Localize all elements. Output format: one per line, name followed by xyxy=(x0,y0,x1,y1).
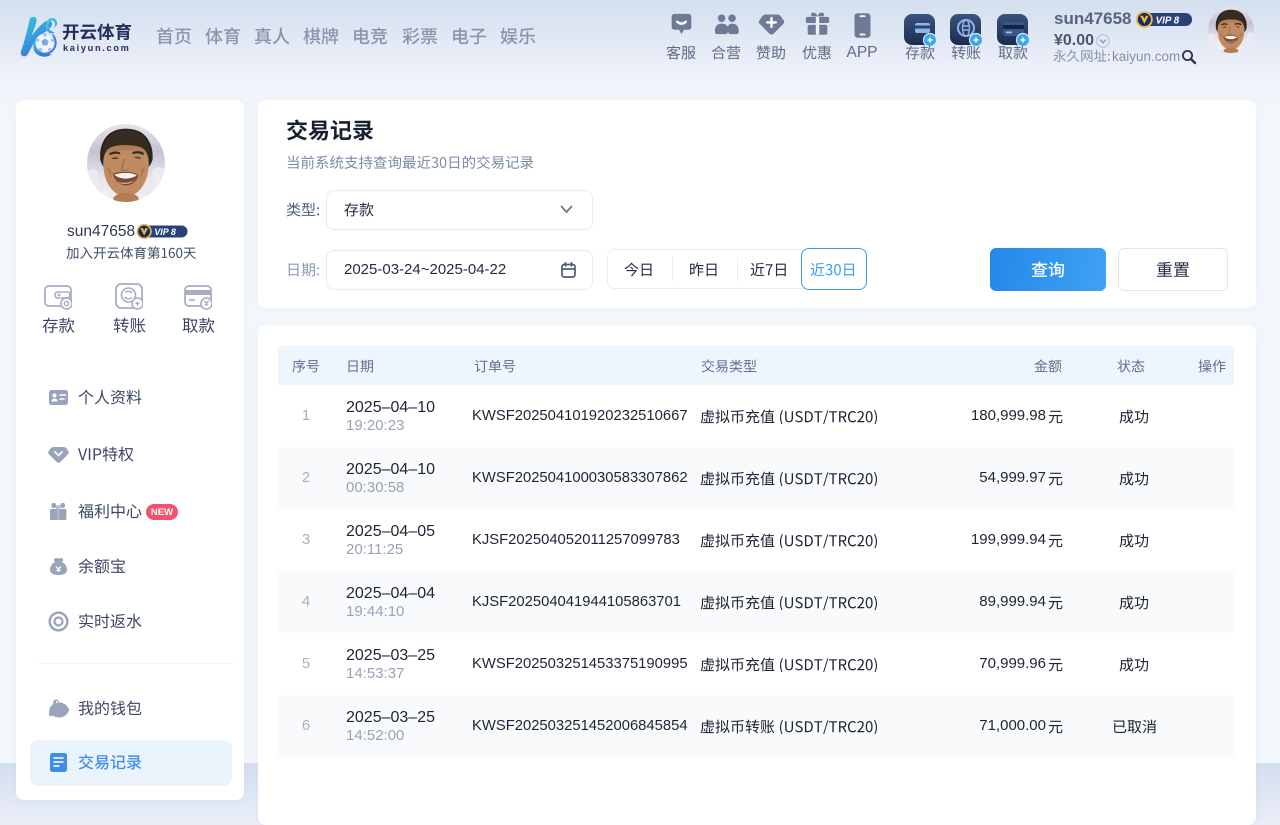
svg-text:VIP 8: VIP 8 xyxy=(154,227,175,237)
svg-text:VIP 8: VIP 8 xyxy=(1156,15,1180,26)
